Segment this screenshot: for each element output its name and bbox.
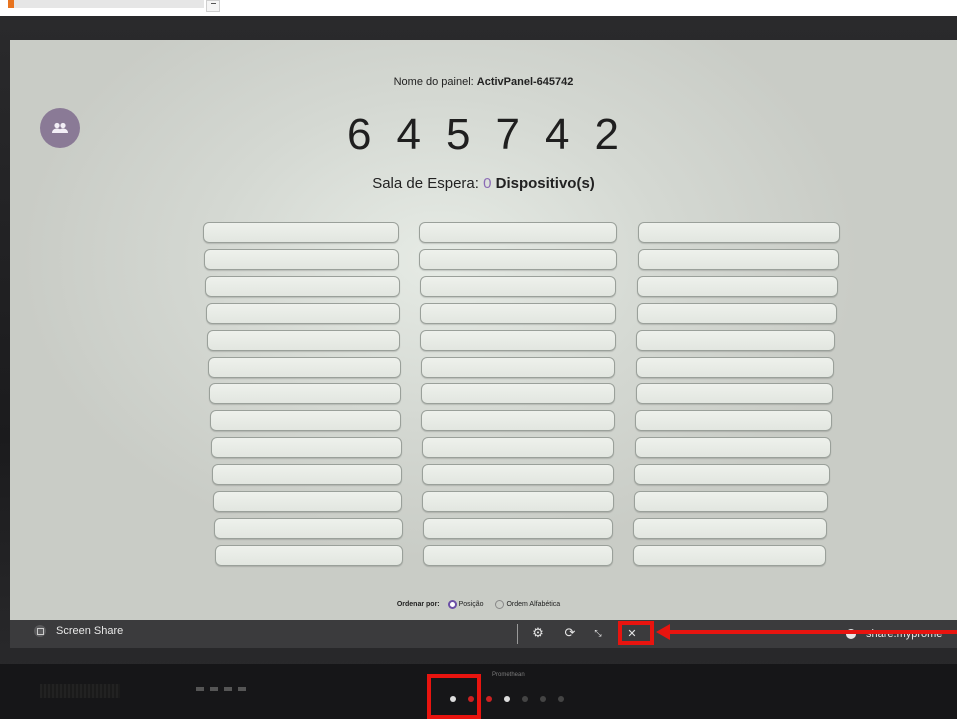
browser-bar-fragment xyxy=(14,0,204,8)
sort-label: Ordenar por: xyxy=(396,601,440,609)
device-slot xyxy=(637,275,838,297)
taskbar-divider xyxy=(517,624,518,644)
panel-screen: Nome do painel: ActivPanel-645742 645742… xyxy=(10,40,957,620)
input-button-icon[interactable] xyxy=(504,696,510,702)
device-slot xyxy=(635,383,833,405)
device-slot xyxy=(203,222,399,243)
device-slot xyxy=(420,356,616,378)
device-slot xyxy=(633,517,828,539)
device-slot xyxy=(419,222,617,243)
device-slot xyxy=(422,464,614,486)
device-slot xyxy=(633,544,826,566)
highlight-close-box xyxy=(618,621,654,645)
device-slot xyxy=(419,248,617,270)
device-slot xyxy=(207,329,401,351)
device-slot xyxy=(421,437,615,459)
device-slot xyxy=(635,356,835,378)
device-slot xyxy=(634,464,830,486)
device-slot xyxy=(636,302,837,324)
sort-option-position[interactable]: Posição xyxy=(447,600,484,609)
device-slot xyxy=(637,248,839,270)
speaker-grille xyxy=(40,684,120,698)
radio-unselected-icon[interactable] xyxy=(495,600,505,609)
highlight-arrow-head xyxy=(656,624,670,640)
screen-share-button[interactable]: Screen Share xyxy=(34,625,123,637)
device-slot xyxy=(205,275,400,297)
device-slot xyxy=(214,517,403,539)
device-slot xyxy=(635,410,832,432)
front-button-icon[interactable] xyxy=(540,696,546,702)
device-slot xyxy=(209,383,401,405)
device-slot xyxy=(422,491,614,512)
device-slot xyxy=(420,329,616,351)
sort-options: Ordenar por: Posição Ordem Alfabética xyxy=(10,600,957,609)
device-slot xyxy=(420,302,616,324)
device-slot xyxy=(421,410,615,432)
brand-logo: Promethean xyxy=(492,672,525,678)
front-button-icon[interactable] xyxy=(486,696,492,702)
settings-icon[interactable]: ⚙ xyxy=(530,626,546,642)
browser-top-strip xyxy=(0,0,957,16)
sort-option-alphabetical[interactable]: Ordem Alfabética xyxy=(495,600,560,609)
device-slot xyxy=(419,275,617,297)
device-slot xyxy=(636,329,836,351)
device-slots xyxy=(10,40,957,620)
highlight-power-box xyxy=(427,674,481,719)
device-slot xyxy=(422,517,614,539)
screen-share-icon xyxy=(34,625,46,637)
device-slot xyxy=(423,544,613,566)
device-slot xyxy=(634,437,831,459)
minimize-icon[interactable]: ⤡ xyxy=(590,626,606,642)
radio-selected-icon[interactable] xyxy=(447,600,457,609)
browser-minimize-button[interactable] xyxy=(206,0,220,12)
device-slot xyxy=(633,491,829,512)
refresh-icon[interactable]: ⟳ xyxy=(562,626,578,642)
screen-share-label: Screen Share xyxy=(56,625,124,637)
device-slot xyxy=(638,222,840,243)
device-slot xyxy=(211,437,402,459)
screen-share-taskbar: Screen Share ⚙ ⟳ ⤡ ✕ share.myprome xyxy=(10,620,957,648)
device-slot xyxy=(206,302,400,324)
device-slot xyxy=(213,491,403,512)
device-slot xyxy=(208,356,401,378)
device-slot xyxy=(215,544,403,566)
device-slot xyxy=(210,410,402,432)
front-button-icon[interactable] xyxy=(558,696,564,702)
device-slot xyxy=(204,248,400,270)
device-slot xyxy=(421,383,615,405)
highlight-arrow xyxy=(668,630,957,634)
front-button-icon[interactable] xyxy=(522,696,528,702)
front-ports xyxy=(196,687,246,691)
device-slot xyxy=(212,464,402,486)
